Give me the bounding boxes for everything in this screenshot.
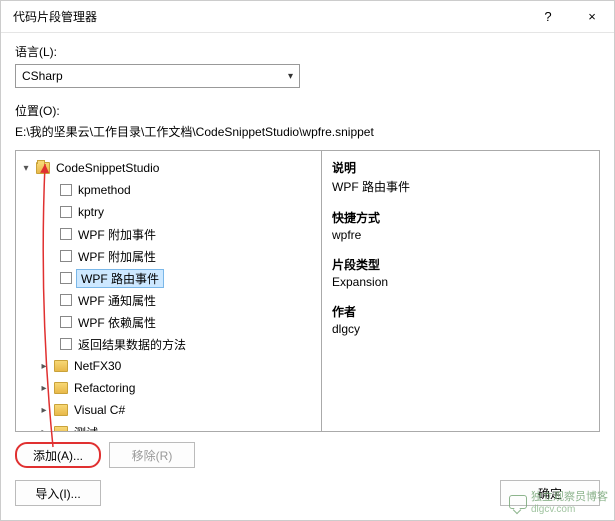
expander-icon[interactable]: ▸ <box>38 404 50 416</box>
tree-item-wpf-attached-event[interactable]: WPF 附加事件 <box>20 223 317 245</box>
chevron-down-icon: ▾ <box>288 71 293 82</box>
checkbox-icon[interactable] <box>60 316 72 328</box>
message-icon <box>509 495 527 509</box>
expander-icon[interactable]: ▸ <box>38 360 50 372</box>
add-button[interactable]: 添加(A)... <box>15 442 101 468</box>
watermark: 独立观察员博客 dlgcv.com <box>509 488 608 515</box>
shortcut-value: wpfre <box>332 228 589 242</box>
type-value: Expansion <box>332 275 589 289</box>
expander-icon[interactable]: ▾ <box>20 162 32 174</box>
folder-icon <box>54 404 68 416</box>
folder-open-icon <box>36 162 50 174</box>
titlebar: 代码片段管理器 ? × <box>1 1 614 33</box>
split-panel: ▾ CodeSnippetStudio kpmethod kptry WPF 附… <box>15 150 600 432</box>
type-label: 片段类型 <box>332 256 589 273</box>
location-path: E:\我的坚果云\工作目录\工作文档\CodeSnippetStudio\wpf… <box>15 123 600 140</box>
import-button[interactable]: 导入(I)... <box>15 480 101 506</box>
language-combo[interactable]: CSharp ▾ <box>15 64 300 88</box>
location-label: 位置(O): <box>15 102 600 119</box>
watermark-domain: dlgcv.com <box>531 504 608 515</box>
language-label: 语言(L): <box>15 43 600 60</box>
snippet-tree[interactable]: ▾ CodeSnippetStudio kpmethod kptry WPF 附… <box>16 151 322 431</box>
content-area: 语言(L): CSharp ▾ 位置(O): E:\我的坚果云\工作目录\工作文… <box>1 33 614 510</box>
language-value: CSharp <box>22 69 288 83</box>
expander-icon[interactable]: ▸ <box>38 426 50 431</box>
remove-button: 移除(R) <box>109 442 195 468</box>
tree-root[interactable]: ▾ CodeSnippetStudio <box>20 157 317 179</box>
window-title: 代码片段管理器 <box>13 8 526 25</box>
tree-item-wpf-attached-property[interactable]: WPF 附加属性 <box>20 245 317 267</box>
checkbox-icon[interactable] <box>60 228 72 240</box>
tree-folder-test[interactable]: ▸测试 <box>20 421 317 431</box>
checkbox-icon[interactable] <box>60 206 72 218</box>
close-button[interactable]: × <box>570 1 614 33</box>
shortcut-label: 快捷方式 <box>332 209 589 226</box>
detail-pane: 说明 WPF 路由事件 快捷方式 wpfre 片段类型 Expansion 作者 dlg… <box>322 151 599 431</box>
tree-root-label: CodeSnippetStudio <box>54 161 161 175</box>
tree-folder-visualcsharp[interactable]: ▸Visual C# <box>20 399 317 421</box>
author-value: dlgcy <box>332 322 589 336</box>
author-label: 作者 <box>332 303 589 320</box>
help-button[interactable]: ? <box>526 1 570 33</box>
tree-folder-netfx30[interactable]: ▸NetFX30 <box>20 355 317 377</box>
checkbox-icon[interactable] <box>60 184 72 196</box>
watermark-name: 独立观察员博客 <box>531 488 608 504</box>
add-remove-row: 添加(A)... 移除(R) <box>15 442 600 468</box>
checkbox-icon[interactable] <box>60 294 72 306</box>
tree-item-wpf-routed-event[interactable]: WPF 路由事件 <box>20 267 317 289</box>
folder-icon <box>54 382 68 394</box>
checkbox-icon[interactable] <box>60 250 72 262</box>
desc-value: WPF 路由事件 <box>332 178 589 195</box>
checkbox-icon[interactable] <box>60 272 72 284</box>
desc-label: 说明 <box>332 159 589 176</box>
tree-item-wpf-notify-property[interactable]: WPF 通知属性 <box>20 289 317 311</box>
expander-icon[interactable]: ▸ <box>38 382 50 394</box>
tree-item-kptry[interactable]: kptry <box>20 201 317 223</box>
folder-icon <box>54 360 68 372</box>
tree-item-wpf-dependency-property[interactable]: WPF 依赖属性 <box>20 311 317 333</box>
tree-item-kpmethod[interactable]: kpmethod <box>20 179 317 201</box>
checkbox-icon[interactable] <box>60 338 72 350</box>
tree-item-return-result[interactable]: 返回结果数据的方法 <box>20 333 317 355</box>
folder-icon <box>54 426 68 431</box>
tree-folder-refactoring[interactable]: ▸Refactoring <box>20 377 317 399</box>
